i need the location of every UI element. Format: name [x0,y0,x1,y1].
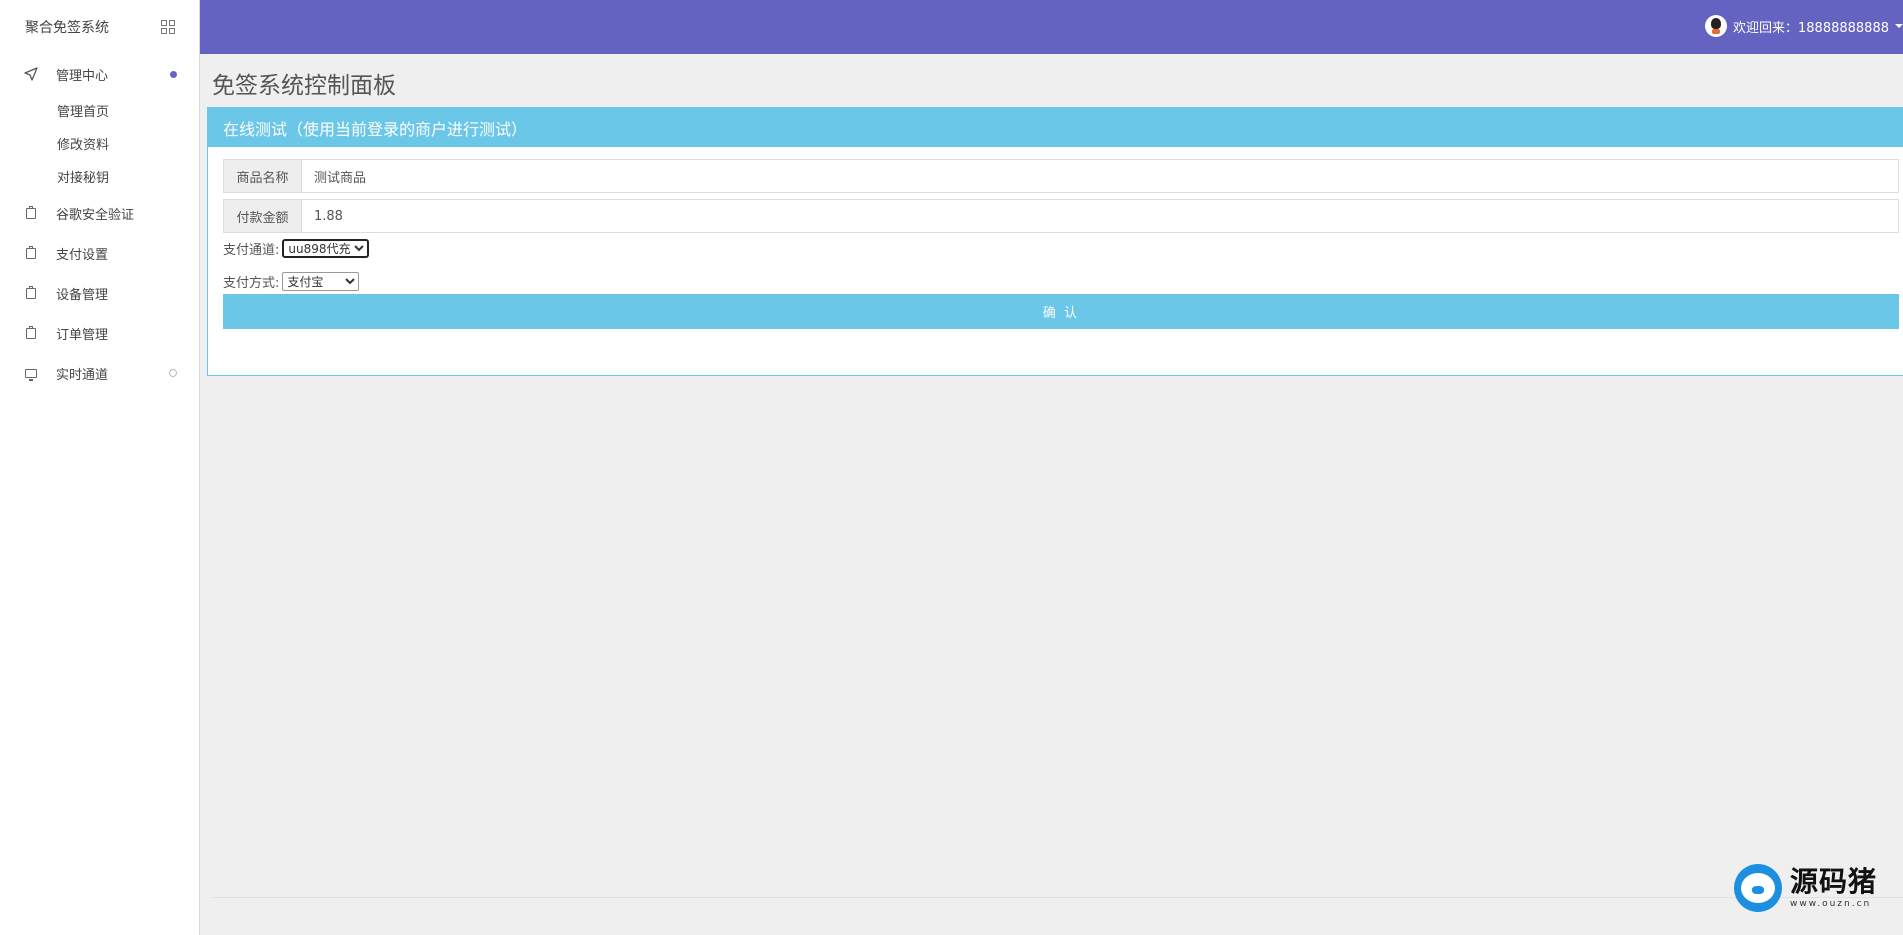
clipboard-icon [24,325,38,340]
test-panel: 在线测试（使用当前登录的商户进行测试） 商品名称 付款金额 支付通道: uu89… [207,107,1903,376]
main-content: 免签系统控制面板 在线测试（使用当前登录的商户进行测试） 商品名称 付款金额 支… [200,54,1903,935]
sidebar-subitem-dashboard-home[interactable]: 管理首页 [0,94,199,127]
sidebar-item-management-center[interactable]: 管理中心 [0,54,199,94]
panel-title: 在线测试（使用当前登录的商户进行测试） [208,108,1903,147]
sidebar-item-label: 实时通道 [56,367,109,383]
watermark-url: www.ouzn.cn [1789,898,1872,909]
product-name-label: 商品名称 [224,160,302,192]
sidebar: 聚合免签系统 管理中心 管理首页 修改资料 对接秘钥 谷歌安全验证 支付设置 设… [0,0,200,935]
sidebar-item-device-management[interactable]: 设备管理 [0,273,199,313]
user-menu[interactable]: 欢迎回来：18888888888 [1705,15,1903,37]
monitor-icon [24,366,38,381]
sidebar-item-payment-settings[interactable]: 支付设置 [0,233,199,273]
product-name-group: 商品名称 [223,159,1899,193]
method-row: 支付方式: 支付宝 [223,272,360,291]
caret-down-icon [1895,24,1903,28]
pig-logo-icon [1733,864,1782,912]
watermark-text: 源码猪 www.ouzn.cn [1789,864,1877,909]
method-select[interactable]: 支付宝 [282,272,360,291]
sidebar-menu: 管理中心 管理首页 修改资料 对接秘钥 谷歌安全验证 支付设置 设备管理 订单管… [0,54,199,393]
channel-row: 支付通道: uu898代充 [223,239,370,258]
sidebar-item-realtime-channel[interactable]: 实时通道 [0,353,199,393]
avatar [1705,15,1728,37]
clipboard-icon [24,245,38,260]
sidebar-brand: 聚合免签系统 [0,0,199,54]
amount-group: 付款金额 [223,199,1899,233]
app-title: 聚合免签系统 [25,20,109,36]
footer-divider [212,897,1903,898]
method-label: 支付方式: [223,276,280,291]
navigation-arrow-icon [24,67,38,81]
clipboard-icon [24,205,38,220]
product-name-input[interactable] [302,160,1898,192]
sidebar-item-label: 订单管理 [56,327,109,343]
sidebar-item-label: 管理中心 [56,68,109,84]
watermark-name: 源码猪 [1789,864,1877,898]
sidebar-item-label: 谷歌安全验证 [56,207,135,223]
inactive-dot-icon [169,369,177,377]
amount-label: 付款金额 [224,200,302,232]
confirm-button[interactable]: 确 认 [223,294,1899,329]
sidebar-item-order-management[interactable]: 订单管理 [0,313,199,353]
amount-input[interactable] [302,200,1898,232]
grid-menu-icon[interactable] [161,20,175,34]
sidebar-item-label: 支付设置 [56,247,109,263]
clipboard-icon [24,285,38,300]
channel-label: 支付通道: [223,243,280,258]
sidebar-subitem-edit-profile[interactable]: 修改资料 [0,127,199,160]
sidebar-item-label: 设备管理 [56,287,109,303]
page-title: 免签系统控制面板 [212,73,396,99]
active-dot-icon [170,70,177,78]
top-header: 欢迎回来：18888888888 [200,0,1903,54]
watermark-logo: 源码猪 www.ouzn.cn [1733,864,1877,912]
sidebar-item-google-auth[interactable]: 谷歌安全验证 [0,193,199,233]
sidebar-subitem-api-key[interactable]: 对接秘钥 [0,160,199,193]
welcome-text: 欢迎回来：18888888888 [1733,20,1889,36]
channel-select[interactable]: uu898代充 [282,239,370,258]
